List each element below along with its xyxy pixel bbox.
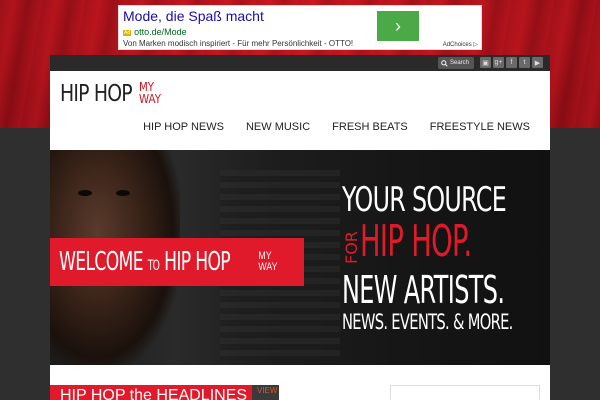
welcome-banner: WELCOME TO HIP HOP MY WAY <box>50 238 304 286</box>
google-plus-icon[interactable]: g+ <box>493 57 504 68</box>
hero-tagline: YOUR SOURCE FOR HIP HOP. NEW ARTISTS. NE… <box>342 182 550 334</box>
magnifier-icon <box>441 59 448 67</box>
tagline-your-source: YOUR SOURCE <box>342 180 507 220</box>
tagline-for: FOR <box>342 231 361 264</box>
facebook-icon[interactable]: f <box>506 57 517 68</box>
welcome-way: WAY <box>258 261 278 273</box>
welcome-hiphop: HIP HOP <box>164 247 231 277</box>
welcome-word: WELCOME <box>59 247 144 277</box>
logo-sub-way: WAY <box>139 92 161 106</box>
ad-headline[interactable]: Mode, die Spaß macht <box>123 8 264 24</box>
logo-sub-text: MY WAY <box>139 81 161 105</box>
main-nav: HIP HOP NEWS NEW MUSIC FRESH BEATS FREES… <box>143 121 530 133</box>
sidebar-widget <box>390 385 540 400</box>
nav-new-music[interactable]: NEW MUSIC <box>246 121 310 133</box>
ad-description: Von Marken modisch inspiriert - Für mehr… <box>123 39 354 48</box>
welcome-myway: MY WAY <box>258 251 277 273</box>
site-header: HIP HOP MY WAY HIP HOP NEWS NEW MUSIC FR… <box>50 71 550 150</box>
ad-mark: Ad <box>123 30 132 36</box>
adchoices-link[interactable]: AdChoices ▷ <box>443 41 478 48</box>
ad-url-text[interactable]: otto.de/Mode <box>134 27 187 37</box>
top-utility-bar: Search ▣ g+ f t ▶ <box>50 55 550 71</box>
tagline-hiphop: HIP HOP. <box>360 216 472 267</box>
site-container: Search ▣ g+ f t ▶ HIP HOP MY WAY HIP HOP… <box>50 55 550 400</box>
welcome-to: TO <box>147 258 160 274</box>
content-area: HIP HOP the HEADLINES VIEW <box>50 365 550 400</box>
tagline-news-events: NEWS. EVENTS. & MORE. <box>342 310 513 334</box>
welcome-text: WELCOME TO HIP HOP <box>59 247 231 277</box>
view-all-button[interactable]: VIEW <box>252 385 279 400</box>
nav-hip-hop-news[interactable]: HIP HOP NEWS <box>143 121 224 133</box>
youtube-icon[interactable]: ▶ <box>532 57 543 68</box>
headlines-section-title: HIP HOP the HEADLINES <box>50 385 279 400</box>
site-logo[interactable]: HIP HOP MY WAY <box>60 79 161 109</box>
hero-slider[interactable]: WELCOME TO HIP HOP MY WAY YOUR SOURCE FOR… <box>50 150 550 365</box>
instagram-icon[interactable]: ▣ <box>480 57 491 68</box>
tagline-new-artists: NEW ARTISTS. <box>342 268 505 312</box>
ad-arrow-button[interactable]: › <box>377 11 419 41</box>
hero-eye-right <box>116 190 130 196</box>
hero-eye-left <box>78 190 92 196</box>
chevron-right-icon: › <box>395 15 401 36</box>
nav-fresh-beats[interactable]: FRESH BEATS <box>332 121 408 133</box>
search-label: Search <box>450 60 470 66</box>
tagline-row-hiphop: FOR HIP HOP. <box>342 218 550 270</box>
logo-main-text: HIP HOP <box>60 81 133 107</box>
ad-url[interactable]: Ad otto.de/Mode <box>123 27 187 37</box>
nav-freestyle-news[interactable]: FREESTYLE NEWS <box>430 121 530 133</box>
search-button[interactable]: Search <box>438 57 474 69</box>
twitter-icon[interactable]: t <box>519 57 530 68</box>
ad-banner[interactable]: Mode, die Spaß macht Ad otto.de/Mode Von … <box>118 5 482 50</box>
